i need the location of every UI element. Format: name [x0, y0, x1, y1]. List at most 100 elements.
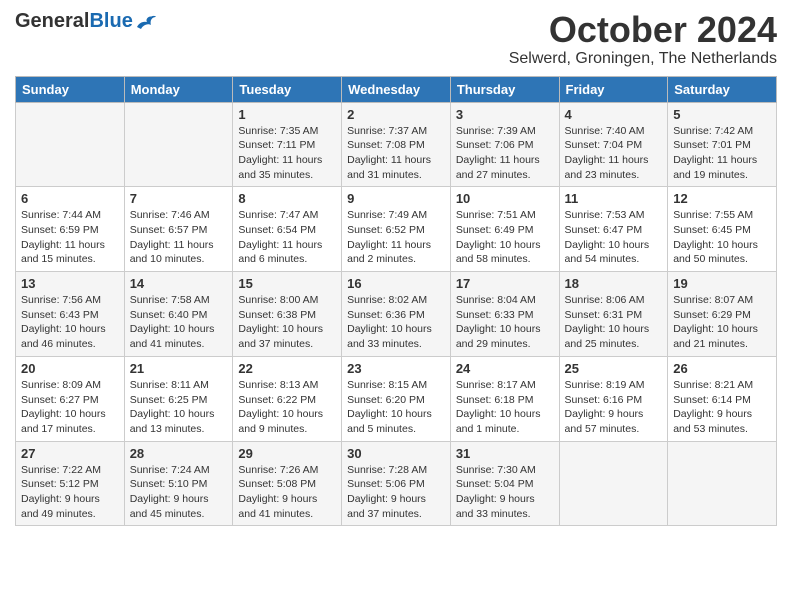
calendar-cell: 21Sunrise: 8:11 AM Sunset: 6:25 PM Dayli… [124, 356, 233, 441]
logo-bird-icon [135, 13, 157, 31]
calendar-cell: 19 Sunrise: 8:07 AM Sunset: 6:29 PM Dayli… [668, 272, 777, 357]
calendar-cell: 22Sunrise: 8:13 AM Sunset: 6:22 PM Dayli… [233, 356, 342, 441]
calendar-cell: 9 Sunrise: 7:49 AM Sunset: 6:52 PM Daylig… [342, 187, 451, 272]
day-number: 21 [130, 361, 228, 376]
week-row-5: 27Sunrise: 7:22 AM Sunset: 5:12 PM Dayli… [16, 441, 777, 526]
day-number: 30 [347, 446, 445, 461]
weekday-header-thursday: Thursday [450, 76, 559, 102]
weekday-header-friday: Friday [559, 76, 668, 102]
calendar-cell: 7 Sunrise: 7:46 AM Sunset: 6:57 PM Daylig… [124, 187, 233, 272]
calendar-cell: 4Sunrise: 7:40 AM Sunset: 7:04 PM Daylig… [559, 102, 668, 187]
day-number: 2 [347, 107, 445, 122]
day-info: Sunrise: 7:51 AM Sunset: 6:49 PM Dayligh… [456, 208, 554, 267]
day-info: Sunrise: 7:39 AM Sunset: 7:06 PM Dayligh… [456, 124, 554, 183]
calendar-cell [16, 102, 125, 187]
weekday-header-wednesday: Wednesday [342, 76, 451, 102]
day-number: 7 [130, 191, 228, 206]
day-number: 8 [238, 191, 336, 206]
calendar-cell: 24Sunrise: 8:17 AM Sunset: 6:18 PM Dayli… [450, 356, 559, 441]
calendar-cell: 18 Sunrise: 8:06 AM Sunset: 6:31 PM Dayli… [559, 272, 668, 357]
calendar-cell: 1 Sunrise: 7:35 AM Sunset: 7:11 PM Daylig… [233, 102, 342, 187]
calendar-cell: 26 Sunrise: 8:21 AM Sunset: 6:14 PM Dayli… [668, 356, 777, 441]
calendar-cell [668, 441, 777, 526]
day-info: Sunrise: 7:55 AM Sunset: 6:45 PM Dayligh… [673, 208, 771, 267]
calendar-cell: 13Sunrise: 7:56 AM Sunset: 6:43 PM Dayli… [16, 272, 125, 357]
weekday-header-saturday: Saturday [668, 76, 777, 102]
day-info: Sunrise: 7:28 AM Sunset: 5:06 PM Dayligh… [347, 463, 445, 522]
day-info: Sunrise: 7:46 AM Sunset: 6:57 PM Dayligh… [130, 208, 228, 267]
week-row-1: 1 Sunrise: 7:35 AM Sunset: 7:11 PM Daylig… [16, 102, 777, 187]
day-number: 3 [456, 107, 554, 122]
calendar-cell: 2 Sunrise: 7:37 AM Sunset: 7:08 PM Daylig… [342, 102, 451, 187]
day-info: Sunrise: 8:06 AM Sunset: 6:31 PM Dayligh… [565, 293, 663, 352]
day-number: 26 [673, 361, 771, 376]
calendar-cell: 12 Sunrise: 7:55 AM Sunset: 6:45 PM Dayli… [668, 187, 777, 272]
day-number: 25 [565, 361, 663, 376]
calendar-cell: 23 Sunrise: 8:15 AM Sunset: 6:20 PM Dayli… [342, 356, 451, 441]
title-block: October 2024 Selwerd, Groningen, The Net… [509, 10, 777, 68]
location-subtitle: Selwerd, Groningen, The Netherlands [509, 50, 777, 68]
calendar-cell: 29 Sunrise: 7:26 AM Sunset: 5:08 PM Dayli… [233, 441, 342, 526]
day-info: Sunrise: 7:35 AM Sunset: 7:11 PM Dayligh… [238, 124, 336, 183]
day-info: Sunrise: 7:30 AM Sunset: 5:04 PM Dayligh… [456, 463, 554, 522]
calendar-cell: 17Sunrise: 8:04 AM Sunset: 6:33 PM Dayli… [450, 272, 559, 357]
calendar-cell: 25Sunrise: 8:19 AM Sunset: 6:16 PM Dayli… [559, 356, 668, 441]
calendar-cell [124, 102, 233, 187]
day-number: 23 [347, 361, 445, 376]
day-number: 5 [673, 107, 771, 122]
weekday-header-tuesday: Tuesday [233, 76, 342, 102]
day-number: 9 [347, 191, 445, 206]
day-number: 11 [565, 191, 663, 206]
day-number: 14 [130, 276, 228, 291]
page-header: GeneralBlue October 2024 Selwerd, Gronin… [15, 10, 777, 68]
calendar-cell: 15 Sunrise: 8:00 AM Sunset: 6:38 PM Dayli… [233, 272, 342, 357]
day-info: Sunrise: 7:42 AM Sunset: 7:01 PM Dayligh… [673, 124, 771, 183]
day-number: 27 [21, 446, 119, 461]
weekday-header-sunday: Sunday [16, 76, 125, 102]
day-info: Sunrise: 8:04 AM Sunset: 6:33 PM Dayligh… [456, 293, 554, 352]
day-number: 18 [565, 276, 663, 291]
calendar-cell: 8 Sunrise: 7:47 AM Sunset: 6:54 PM Daylig… [233, 187, 342, 272]
calendar-cell [559, 441, 668, 526]
day-info: Sunrise: 8:15 AM Sunset: 6:20 PM Dayligh… [347, 378, 445, 437]
day-number: 12 [673, 191, 771, 206]
day-number: 1 [238, 107, 336, 122]
day-number: 6 [21, 191, 119, 206]
day-info: Sunrise: 7:44 AM Sunset: 6:59 PM Dayligh… [21, 208, 119, 267]
day-info: Sunrise: 7:40 AM Sunset: 7:04 PM Dayligh… [565, 124, 663, 183]
month-title: October 2024 [509, 10, 777, 50]
day-info: Sunrise: 8:07 AM Sunset: 6:29 PM Dayligh… [673, 293, 771, 352]
calendar-cell: 16 Sunrise: 8:02 AM Sunset: 6:36 PM Dayli… [342, 272, 451, 357]
calendar-cell: 5 Sunrise: 7:42 AM Sunset: 7:01 PM Daylig… [668, 102, 777, 187]
day-info: Sunrise: 8:02 AM Sunset: 6:36 PM Dayligh… [347, 293, 445, 352]
day-number: 24 [456, 361, 554, 376]
day-info: Sunrise: 7:47 AM Sunset: 6:54 PM Dayligh… [238, 208, 336, 267]
logo-general: General [15, 10, 89, 32]
weekday-header-row: SundayMondayTuesdayWednesdayThursdayFrid… [16, 76, 777, 102]
day-info: Sunrise: 7:37 AM Sunset: 7:08 PM Dayligh… [347, 124, 445, 183]
day-info: Sunrise: 7:53 AM Sunset: 6:47 PM Dayligh… [565, 208, 663, 267]
day-info: Sunrise: 7:49 AM Sunset: 6:52 PM Dayligh… [347, 208, 445, 267]
day-number: 19 [673, 276, 771, 291]
day-number: 31 [456, 446, 554, 461]
day-info: Sunrise: 7:24 AM Sunset: 5:10 PM Dayligh… [130, 463, 228, 522]
day-info: Sunrise: 8:21 AM Sunset: 6:14 PM Dayligh… [673, 378, 771, 437]
logo-blue: Blue [89, 10, 132, 32]
calendar-cell: 6 Sunrise: 7:44 AM Sunset: 6:59 PM Daylig… [16, 187, 125, 272]
day-info: Sunrise: 7:26 AM Sunset: 5:08 PM Dayligh… [238, 463, 336, 522]
day-number: 29 [238, 446, 336, 461]
day-number: 22 [238, 361, 336, 376]
calendar-table: SundayMondayTuesdayWednesdayThursdayFrid… [15, 76, 777, 527]
week-row-3: 13Sunrise: 7:56 AM Sunset: 6:43 PM Dayli… [16, 272, 777, 357]
calendar-cell: 20Sunrise: 8:09 AM Sunset: 6:27 PM Dayli… [16, 356, 125, 441]
calendar-cell: 3 Sunrise: 7:39 AM Sunset: 7:06 PM Daylig… [450, 102, 559, 187]
day-info: Sunrise: 8:09 AM Sunset: 6:27 PM Dayligh… [21, 378, 119, 437]
day-info: Sunrise: 7:58 AM Sunset: 6:40 PM Dayligh… [130, 293, 228, 352]
day-info: Sunrise: 8:00 AM Sunset: 6:38 PM Dayligh… [238, 293, 336, 352]
calendar-cell: 30 Sunrise: 7:28 AM Sunset: 5:06 PM Dayli… [342, 441, 451, 526]
weekday-header-monday: Monday [124, 76, 233, 102]
calendar-cell: 10Sunrise: 7:51 AM Sunset: 6:49 PM Dayli… [450, 187, 559, 272]
day-info: Sunrise: 7:56 AM Sunset: 6:43 PM Dayligh… [21, 293, 119, 352]
day-number: 15 [238, 276, 336, 291]
day-number: 16 [347, 276, 445, 291]
